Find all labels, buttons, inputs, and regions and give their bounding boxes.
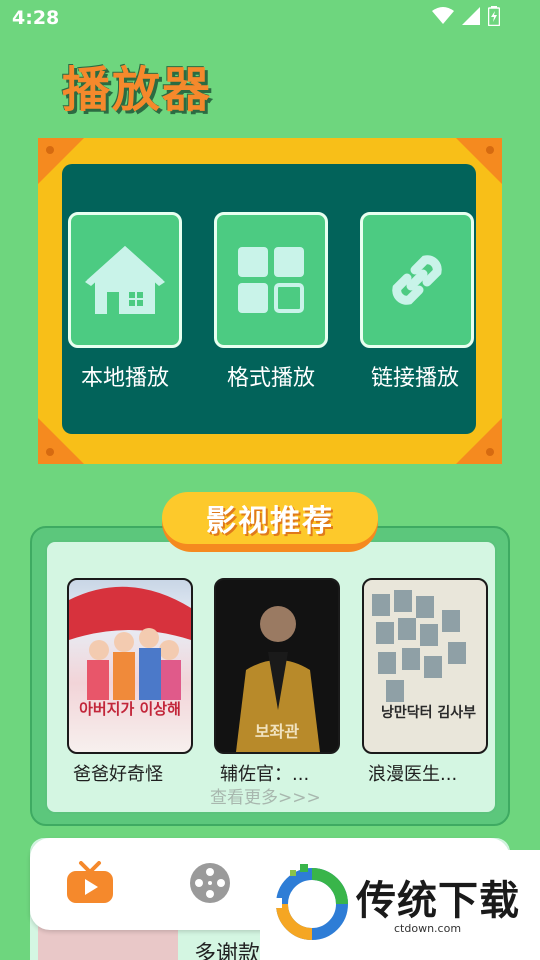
wifi-icon [432,7,454,24]
tab-player[interactable] [62,858,118,908]
status-icons [432,6,500,26]
movie-poster: 보좌관 [214,578,340,754]
list-card-title: 多谢款 [194,942,261,960]
movie-title: 浪漫医生... [368,764,458,785]
local-play-button[interactable] [68,212,182,348]
movie-card[interactable]: 아버지가 이상해 爸爸好奇怪 [67,578,193,786]
app-title: 播放器 [62,62,213,118]
link-icon [392,255,442,305]
recommend-header: 影视推荐 [162,492,378,552]
movie-card[interactable]: 보좌관 辅佐官：... [214,578,340,786]
watermark: 传统下载 ctdown.com [260,850,540,960]
poster-title-text: 보좌관 [254,722,300,741]
grid-icon [238,247,304,313]
link-play-button[interactable] [360,212,474,348]
battery-icon [488,6,500,26]
see-more-link[interactable]: 查看更多>>> [210,783,321,808]
poster-title-text: 아버지가 이상해 [79,700,181,718]
format-play-label: 格式播放 [226,366,315,391]
movie-title: 爸爸好奇怪 [73,764,163,785]
home-icon [85,246,165,314]
status-time: 4:28 [12,7,60,29]
movie-poster: 아버지가 이상해 [67,578,193,754]
movie-card[interactable]: 낭만닥터 김사부 浪漫医生... [362,578,488,786]
watermark-url: ctdown.com [394,922,462,935]
signal-icon [462,7,480,25]
local-play-label: 本地播放 [80,366,169,391]
watermark-text: 传统下载 [356,878,520,924]
doctor-poster-art [372,590,466,702]
link-play-label: 链接播放 [370,366,459,391]
movie-poster: 낭만닥터 김사부 [362,578,488,754]
player-inner-panel: 本地播放 格式播放 链接播放 [62,164,476,434]
poster-title-text: 낭만닥터 김사부 [380,705,476,721]
film-reel-icon [190,863,230,903]
recommend-header-text: 影视推荐 [206,504,334,539]
format-play-button[interactable] [214,212,328,348]
player-panel: 本地播放 格式播放 链接播放 [38,138,502,464]
watermark-logo-icon [272,864,348,940]
tab-videos[interactable] [182,858,238,908]
family-poster-art [69,586,191,700]
tv-icon [67,861,113,903]
status-bar: 4:28 [0,0,540,36]
